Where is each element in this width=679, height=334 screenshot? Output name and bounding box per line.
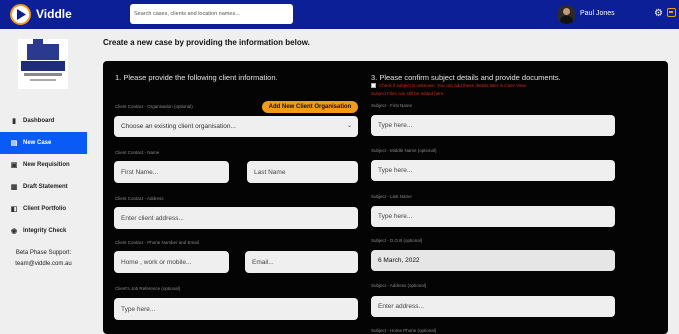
organisation-select[interactable]: Choose an existing client organisation..… — [114, 116, 358, 137]
organisation-logo — [18, 39, 68, 89]
integrity-icon: ◉ — [10, 228, 18, 235]
logout-icon[interactable] — [667, 8, 676, 17]
sidebar-item-label: Client Portfolio — [23, 206, 66, 212]
chevron-down-icon: ⌄ — [346, 123, 352, 129]
client-name-label: Client Contact - Name — [115, 150, 160, 155]
client-first-name-input[interactable]: First Name... — [114, 161, 229, 183]
subject-middle-name-input[interactable]: Type here... — [371, 160, 615, 181]
section-subject-title: 3. Please confirm subject details and pr… — [371, 73, 561, 82]
top-bar: Viddle Paul Jones ⚙ — [0, 0, 679, 29]
sidebar-item-draft-statement[interactable]: ▦ Draft Statement — [0, 176, 87, 198]
sidebar-item-label: Integrity Check — [23, 228, 67, 234]
gear-icon[interactable]: ⚙ — [654, 8, 663, 19]
sidebar-item-integrity-check[interactable]: ◉ Integrity Check — [0, 220, 87, 242]
search-input[interactable] — [130, 4, 293, 24]
sidebar-item-new-case[interactable]: ▤ New Case — [0, 132, 87, 154]
subject-last-name-input[interactable]: Type here... — [371, 206, 615, 227]
dashboard-icon: ▮ — [12, 118, 16, 125]
new-case-icon: ▤ — [10, 140, 18, 147]
subject-files-note: Subject Files can still be added here. — [371, 91, 445, 96]
support-email[interactable]: team@viddle.com.au — [0, 261, 87, 267]
subject-dob-input[interactable]: 6 March, 2022 — [371, 250, 615, 271]
avatar[interactable] — [557, 5, 576, 24]
subject-first-name-label: Subject - First Name — [371, 103, 413, 108]
requisition-icon: ▣ — [10, 162, 18, 169]
page-title: Create a new case by providing the infor… — [103, 38, 310, 47]
subject-last-name-label: Subject - Last Name — [371, 194, 412, 199]
draft-icon: ▦ — [10, 184, 18, 191]
org-label: Client Contact - Organisation (optional) — [115, 104, 193, 109]
sidebar-item-client-portfolio[interactable]: ◧ Client Portfolio — [0, 198, 87, 220]
add-organisation-button[interactable]: Add New Client Organisation — [262, 101, 358, 113]
sidebar-item-dashboard[interactable]: ▮ Dashboard — [0, 110, 87, 132]
subject-home-phone-label: Subject - Home Phone (optional) — [371, 328, 437, 333]
organisation-select-value: Choose an existing client organisation..… — [121, 123, 236, 130]
client-address-input[interactable]: Enter client address... — [114, 207, 358, 229]
sidebar-item-label: New Requisition — [23, 162, 70, 168]
subject-middle-name-label: Subject - Middle Name (optional) — [371, 148, 437, 153]
sidebar-item-new-requisition[interactable]: ▣ New Requisition — [0, 154, 87, 176]
client-address-label: Client Contact - Address — [115, 196, 164, 201]
new-case-form-panel: 1. Please provide the following client i… — [103, 61, 668, 334]
sidebar-item-label: Draft Statement — [23, 184, 68, 190]
subject-dob-label: Subject - D.O.B (optional) — [371, 238, 423, 243]
job-reference-label: Client's Job Reference (optional) — [115, 286, 181, 291]
subject-unknown-checkbox[interactable] — [371, 83, 376, 88]
subject-unknown-note: Check if subject is unknown. You can add… — [379, 83, 527, 88]
app-name: Viddle — [36, 7, 72, 21]
section-client-title: 1. Please provide the following client i… — [115, 73, 278, 82]
sidebar-item-label: Dashboard — [23, 118, 55, 124]
sidebar: ▮ Dashboard ▤ New Case ▣ New Requisition… — [0, 29, 87, 334]
support-title: Beta Phase Support: — [15, 250, 72, 256]
client-email-input[interactable]: Email... — [245, 251, 358, 273]
portfolio-icon: ◧ — [10, 206, 18, 213]
client-phone-email-label: Client Contact - Phone Number and Email — [115, 240, 199, 245]
subject-address-label: Subject - Address (optional) — [371, 283, 427, 288]
job-reference-input[interactable]: Type here... — [114, 298, 358, 320]
client-last-name-input[interactable]: Last Name — [247, 161, 358, 183]
sidebar-item-label: New Case — [23, 140, 52, 146]
client-phone-input[interactable]: Home , work or mobile... — [114, 251, 229, 273]
subject-first-name-input[interactable]: Type here... — [371, 115, 615, 136]
user-name[interactable]: Paul Jones — [580, 10, 615, 17]
viddle-logo-icon[interactable] — [10, 4, 31, 25]
subject-address-input[interactable]: Enter address... — [371, 296, 615, 317]
